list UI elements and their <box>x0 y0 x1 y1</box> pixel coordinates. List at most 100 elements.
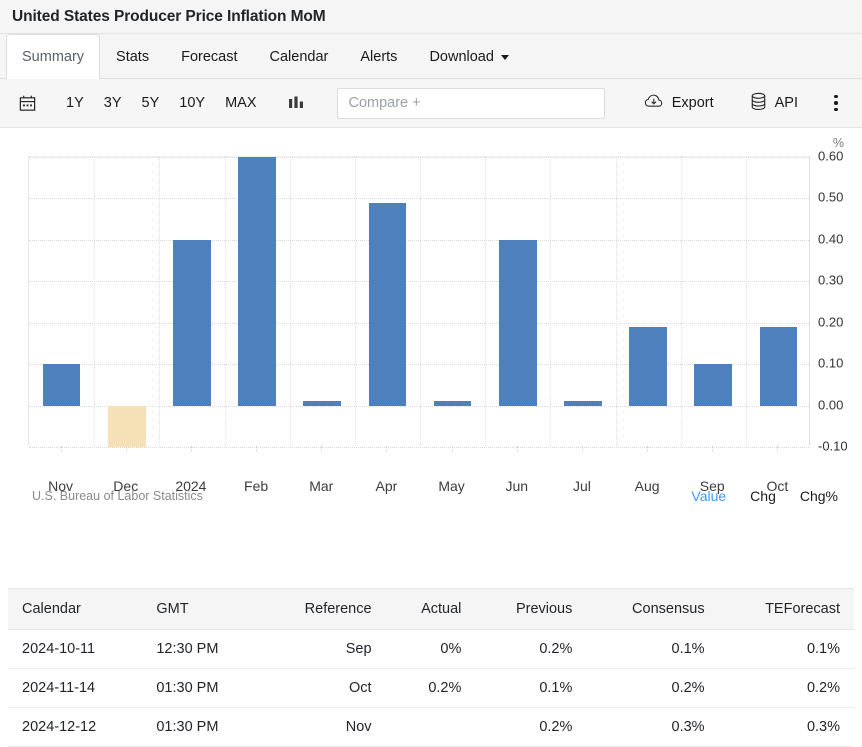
bar-feb[interactable] <box>238 157 276 406</box>
gridline-vertical <box>290 157 291 446</box>
bar-mar[interactable] <box>303 401 341 405</box>
range-selector: 1Y3Y5Y10YMAX <box>56 91 266 115</box>
column-header-gmt[interactable]: GMT <box>142 589 260 630</box>
bar-chart-icon[interactable] <box>288 95 305 111</box>
gridline-vertical <box>550 157 551 446</box>
toggle-chg[interactable]: Chg <box>750 488 776 504</box>
kebab-menu-icon[interactable] <box>822 89 850 117</box>
cell-previous: 0.2% <box>475 630 586 669</box>
cell-previous: 0.2% <box>475 708 586 747</box>
range-button-3y[interactable]: 3Y <box>94 91 132 115</box>
range-button-1y[interactable]: 1Y <box>56 91 94 115</box>
tab-label: Download <box>429 49 494 65</box>
cell-teforecast: 0.1% <box>719 630 854 669</box>
gridline-horizontal <box>29 281 809 282</box>
table-row[interactable]: 2024-10-1112:30 PMSep0%0.2%0.1%0.1% <box>8 630 854 669</box>
bar-sep[interactable] <box>694 364 732 405</box>
cell-calendar: 2024-11-14 <box>8 669 142 708</box>
range-button-max[interactable]: MAX <box>215 91 266 115</box>
tab-label: Stats <box>116 49 149 65</box>
table-body: 2024-10-1112:30 PMSep0%0.2%0.1%0.1%2024-… <box>8 630 854 747</box>
bar-2024[interactable] <box>173 240 211 406</box>
plot-area: 0.600.500.400.300.200.100.00-0.10 NovDec… <box>28 156 810 446</box>
column-header-previous[interactable]: Previous <box>475 589 586 630</box>
cell-reference: Oct <box>261 669 386 708</box>
bar-dec[interactable] <box>108 406 146 447</box>
calendar-table: CalendarGMTReferenceActualPreviousConsen… <box>8 589 854 747</box>
section-spacer <box>0 540 862 588</box>
cell-reference: Sep <box>261 630 386 669</box>
cell-reference: Nov <box>261 708 386 747</box>
bar-apr[interactable] <box>369 203 407 406</box>
range-button-5y[interactable]: 5Y <box>132 91 170 115</box>
tab-label: Forecast <box>181 49 237 65</box>
toggle-chg-pct[interactable]: Chg% <box>800 488 838 504</box>
y-axis-tick-label: 0.00 <box>818 397 843 412</box>
table-head: CalendarGMTReferenceActualPreviousConsen… <box>8 589 854 630</box>
x-axis-tick-mark <box>517 446 518 452</box>
tab-stats[interactable]: Stats <box>100 34 165 79</box>
gridline-vertical <box>355 157 356 446</box>
cell-teforecast: 0.3% <box>719 708 854 747</box>
compare-input[interactable] <box>337 88 605 119</box>
tab-forecast[interactable]: Forecast <box>165 34 253 79</box>
table-row[interactable]: 2024-12-1201:30 PMNov0.2%0.3%0.3% <box>8 708 854 747</box>
x-axis-tick-mark <box>582 446 583 452</box>
tab-summary[interactable]: Summary <box>6 34 100 79</box>
column-header-calendar[interactable]: Calendar <box>8 589 142 630</box>
cell-actual: 0.2% <box>386 669 476 708</box>
bar-may[interactable] <box>434 401 472 405</box>
window-title-bar: United States Producer Price Inflation M… <box>0 0 862 34</box>
bar-jun[interactable] <box>499 240 537 406</box>
gridline-vertical <box>616 157 617 446</box>
gridline-horizontal <box>29 364 809 365</box>
export-label: Export <box>672 95 714 111</box>
bar-nov[interactable] <box>43 364 81 405</box>
api-label: API <box>775 95 798 111</box>
export-button[interactable]: Export <box>634 89 724 118</box>
cell-consensus: 0.2% <box>586 669 718 708</box>
x-axis-tick-mark <box>191 446 192 452</box>
tab-download[interactable]: Download <box>413 34 525 79</box>
chart-source: U.S. Bureau of Labor Statistics <box>32 489 203 503</box>
gridline-vertical <box>225 157 226 446</box>
gridline-vertical <box>485 157 486 446</box>
tab-label: Calendar <box>270 49 329 65</box>
bar-oct[interactable] <box>760 327 798 406</box>
tab-bar: Summary Stats Forecast Calendar Alerts Downlo… <box>0 34 862 79</box>
bar-jul[interactable] <box>564 401 602 405</box>
tab-alerts[interactable]: Alerts <box>344 34 413 79</box>
api-button[interactable]: API <box>740 88 808 119</box>
tab-label: Summary <box>22 49 84 65</box>
cell-gmt: 01:30 PM <box>142 708 260 747</box>
cell-calendar: 2024-12-12 <box>8 708 142 747</box>
y-axis-tick-label: 0.40 <box>818 231 843 246</box>
chevron-down-icon <box>501 55 509 60</box>
bar-aug[interactable] <box>629 327 667 406</box>
calendar-icon[interactable] <box>12 88 42 118</box>
cell-gmt: 01:30 PM <box>142 669 260 708</box>
gridline-vertical <box>420 157 421 446</box>
database-icon <box>750 92 767 115</box>
table-row[interactable]: 2024-11-1401:30 PMOct0.2%0.1%0.2%0.2% <box>8 669 854 708</box>
y-axis-tick-label: 0.50 <box>818 190 843 205</box>
cell-consensus: 0.1% <box>586 630 718 669</box>
gridline-vertical <box>159 157 160 446</box>
range-button-10y[interactable]: 10Y <box>169 91 215 115</box>
y-axis-tick-label: 0.10 <box>818 356 843 371</box>
column-header-consensus[interactable]: Consensus <box>586 589 718 630</box>
column-header-teforecast[interactable]: TEForecast <box>719 589 854 630</box>
gridline-horizontal <box>29 198 809 199</box>
column-header-actual[interactable]: Actual <box>386 589 476 630</box>
table-header-row: CalendarGMTReferenceActualPreviousConsen… <box>8 589 854 630</box>
toggle-value[interactable]: Value <box>691 488 726 504</box>
column-header-reference[interactable]: Reference <box>261 589 386 630</box>
chart-toolbar: 1Y3Y5Y10YMAX Export <box>0 79 862 128</box>
cell-calendar: 2024-10-11 <box>8 630 142 669</box>
cell-teforecast: 0.2% <box>719 669 854 708</box>
plot-canvas <box>28 156 810 446</box>
tab-calendar[interactable]: Calendar <box>254 34 345 79</box>
y-axis-tick-label: 0.30 <box>818 273 843 288</box>
x-axis-tick-mark <box>256 446 257 452</box>
chart-panel: % 0.600.500.400.300.200.100.00-0.10 NovD… <box>0 128 862 540</box>
